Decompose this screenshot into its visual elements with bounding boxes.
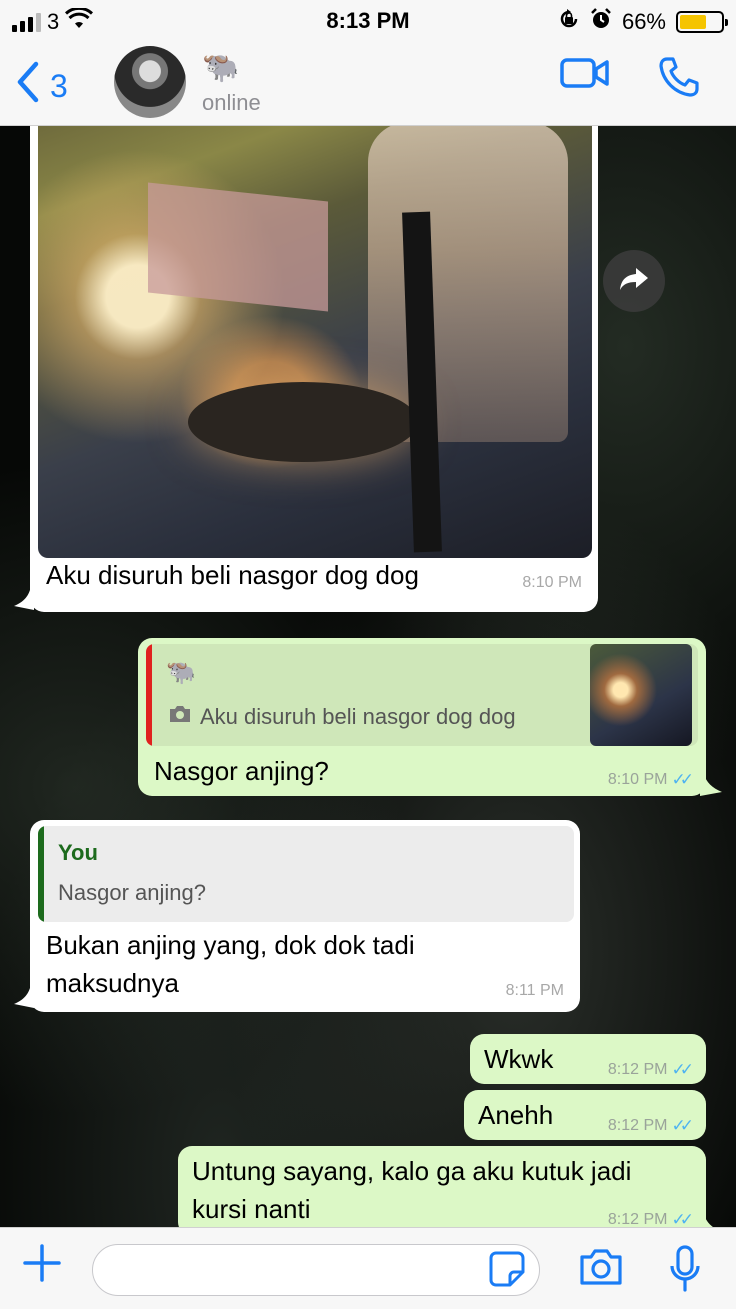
quoted-message[interactable]: You Nasgor anjing?	[38, 826, 574, 922]
forward-icon	[618, 266, 650, 297]
message-time: 8:11 PM	[505, 982, 564, 999]
contact-name[interactable]: 🐃	[202, 50, 239, 85]
attach-button[interactable]	[22, 1240, 62, 1292]
message-text: Wkwk	[484, 1044, 554, 1074]
camera-icon[interactable]	[578, 1246, 624, 1293]
read-receipt-icon: ✓✓	[671, 1116, 694, 1135]
status-bar: 3 8:13 PM 66%	[0, 0, 736, 40]
message-meta: 8:12 PM ✓✓	[607, 1210, 694, 1227]
message-outgoing[interactable]: Anehh 8:12 PM ✓✓	[464, 1090, 706, 1140]
phone-call-icon[interactable]	[658, 56, 700, 103]
quoted-author: You	[58, 840, 98, 865]
message-text-line-2: kursi nanti	[192, 1194, 311, 1224]
sticker-icon[interactable]	[488, 1250, 526, 1293]
message-text-line-1: Bukan anjing yang, dok dok tadi	[46, 930, 415, 960]
message-time: 8:12 PM	[607, 1061, 668, 1078]
message-input-bar	[0, 1227, 736, 1309]
read-receipt-icon: ✓✓	[671, 1060, 694, 1079]
call-buttons	[560, 56, 700, 103]
microphone-icon[interactable]	[668, 1244, 702, 1299]
battery-icon	[676, 11, 728, 33]
status-bar-right: 66%	[558, 8, 728, 36]
message-time: 8:10 PM	[607, 771, 668, 788]
battery-percent: 66%	[621, 9, 666, 34]
video-call-icon[interactable]	[560, 56, 610, 103]
quoted-text: Nasgor anjing?	[58, 880, 206, 905]
message-meta: 8:12 PM ✓✓	[607, 1060, 694, 1080]
message-time: 8:12 PM	[607, 1211, 668, 1227]
message-meta: 8:12 PM ✓✓	[607, 1116, 694, 1136]
read-receipt-icon: ✓✓	[671, 770, 694, 789]
plus-icon	[22, 1237, 62, 1295]
quote-bar	[38, 826, 44, 922]
back-button[interactable]: 3	[14, 60, 68, 112]
quoted-author: 🐃	[166, 659, 196, 686]
quoted-text-row: Aku disuruh beli nasgor dog dog	[168, 704, 516, 730]
message-time: 8:12 PM	[607, 1117, 668, 1134]
alarm-icon	[590, 8, 612, 36]
orientation-lock-icon	[558, 8, 580, 36]
battery-level	[680, 15, 707, 29]
message-text: Nasgor anjing?	[154, 756, 329, 786]
avatar[interactable]	[114, 46, 186, 118]
message-field[interactable]	[92, 1244, 540, 1296]
back-chevron-icon	[14, 60, 40, 112]
message-incoming-image[interactable]: Aku disuruh beli nasgor dog dog 8:10 PM	[30, 126, 598, 612]
message-outgoing[interactable]: Wkwk 8:12 PM ✓✓	[470, 1034, 706, 1084]
message-text-line-2: maksudnya	[46, 968, 179, 998]
message-text: Anehh	[478, 1100, 554, 1130]
bubble-tail-icon	[14, 988, 34, 1013]
message-outgoing-reply[interactable]: 🐃 Aku disuruh beli nasgor dog dog Nasgor…	[138, 638, 706, 796]
forward-button[interactable]	[603, 250, 665, 312]
quoted-photo-thumbnail	[590, 644, 692, 746]
contact-status: online	[202, 90, 261, 115]
message-input[interactable]	[109, 1245, 489, 1293]
message-meta: 8:10 PM ✓✓	[607, 770, 694, 790]
message-outgoing[interactable]: Untung sayang, kalo ga aku kutuk jadi ku…	[178, 1146, 706, 1227]
quoted-message[interactable]: 🐃 Aku disuruh beli nasgor dog dog	[146, 644, 698, 746]
quoted-text: Aku disuruh beli nasgor dog dog	[200, 704, 516, 729]
chat-header: 3 🐃 online	[0, 40, 736, 126]
camera-small-icon	[168, 704, 192, 730]
bubble-tail-icon	[14, 590, 34, 615]
unread-count: 3	[50, 67, 68, 104]
message-time: 8:10 PM	[522, 574, 582, 591]
message-caption: Aku disuruh beli nasgor dog dog	[46, 560, 419, 590]
quote-bar	[146, 644, 152, 746]
read-receipt-icon: ✓✓	[671, 1210, 694, 1227]
bubble-tail-icon	[700, 1214, 722, 1227]
bubble-tail-icon	[700, 774, 722, 801]
message-text-line-1: Untung sayang, kalo ga aku kutuk jadi	[192, 1156, 632, 1186]
message-photo[interactable]	[38, 126, 592, 558]
chat-area[interactable]: Aku disuruh beli nasgor dog dog 8:10 PM …	[0, 126, 736, 1227]
message-incoming-reply[interactable]: You Nasgor anjing? Bukan anjing yang, do…	[30, 820, 580, 1012]
